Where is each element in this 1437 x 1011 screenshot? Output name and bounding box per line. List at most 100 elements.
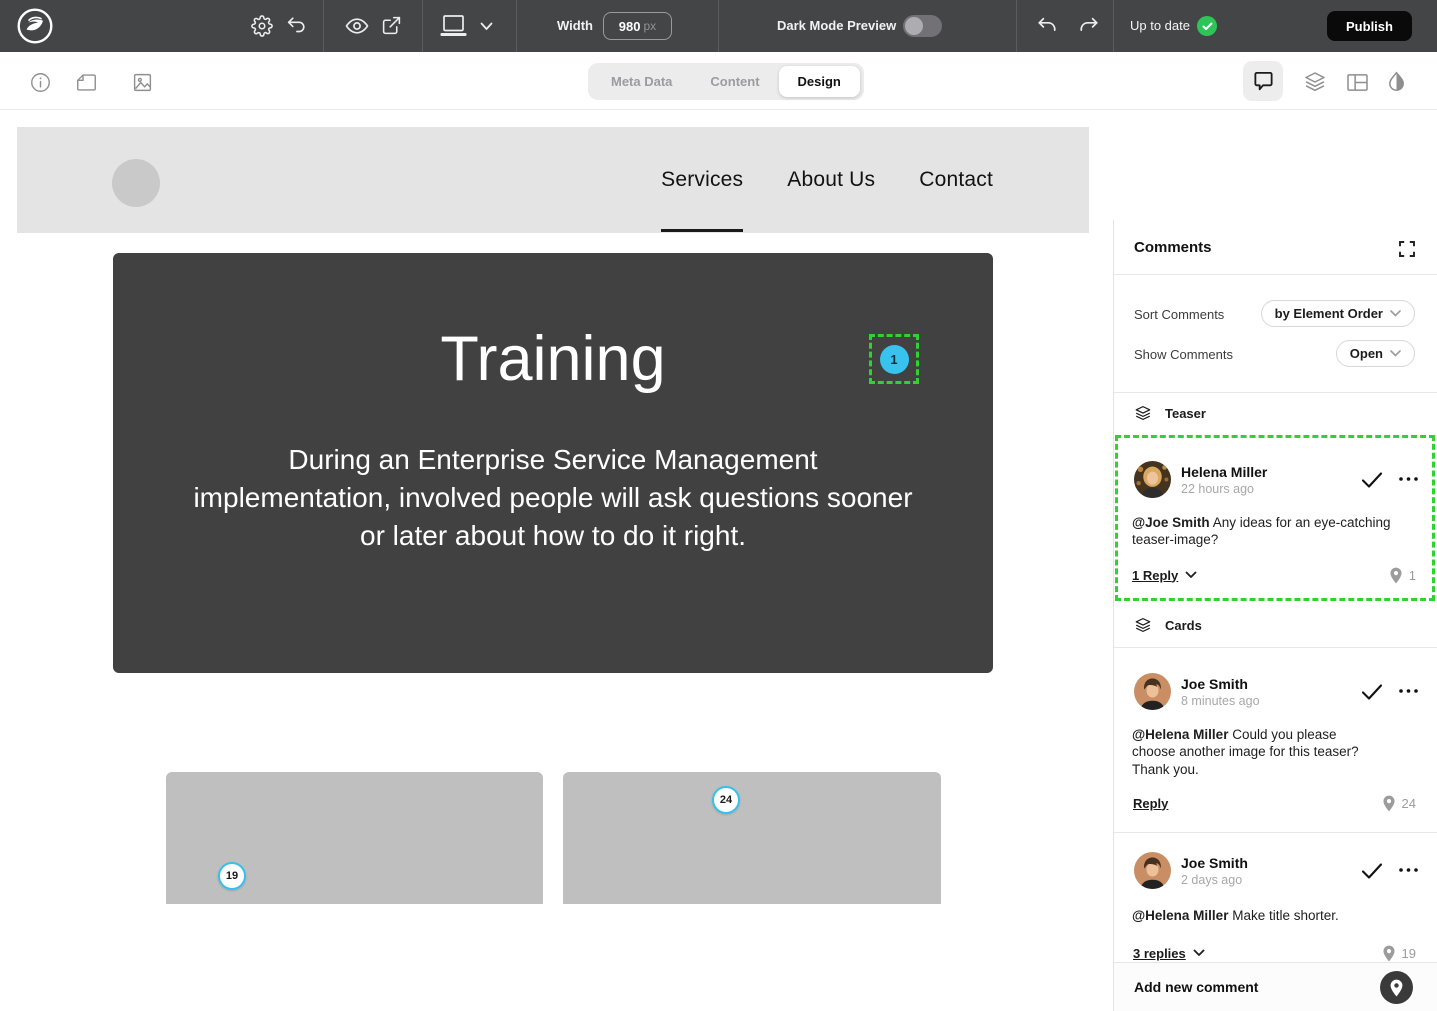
comment-timestamp: 2 days ago: [1181, 873, 1242, 887]
width-unit: px: [644, 19, 657, 33]
show-comments-value: Open: [1350, 346, 1383, 361]
dark-mode-label: Dark Mode Preview: [777, 0, 896, 52]
avatar-joe-smith[interactable]: [1134, 852, 1171, 889]
pin-icon: [1382, 795, 1396, 812]
card-image-placeholder-right[interactable]: [563, 772, 941, 904]
top-toolbar: Width 980 px Dark Mode Preview Up to dat…: [0, 0, 1437, 52]
info-icon[interactable]: [30, 72, 51, 93]
undo-icon[interactable]: [1036, 16, 1058, 36]
marker-number: 24: [1402, 796, 1416, 811]
redo-icon[interactable]: [1078, 16, 1100, 36]
avatar-helena-miller[interactable]: [1134, 461, 1171, 498]
width-label: Width: [540, 0, 593, 52]
resolve-checkmark-icon[interactable]: [1361, 471, 1383, 489]
comments-panel-button[interactable]: [1243, 61, 1283, 101]
toolbar-divider: [1113, 0, 1114, 52]
comment-mention[interactable]: @Joe Smith: [1132, 515, 1210, 530]
comment-author: Helena Miller: [1181, 464, 1267, 480]
comment-helena-miller[interactable]: Helena Miller 22 hours ago @Joe Smith An…: [1114, 461, 1437, 591]
replies-toggle[interactable]: 3 replies: [1133, 946, 1205, 961]
nav-item-about-us[interactable]: About Us: [787, 127, 875, 233]
toolbar-divider: [323, 0, 324, 52]
app-logo-icon[interactable]: [17, 8, 53, 44]
tab-design[interactable]: Design: [779, 66, 860, 97]
toolbar-divider: [718, 0, 719, 52]
ellipsis-menu-icon[interactable]: [1399, 868, 1418, 872]
sort-comments-label: Sort Comments: [1134, 307, 1224, 322]
image-icon[interactable]: [132, 72, 153, 93]
chevron-down-icon: [1185, 571, 1197, 579]
site-logo-placeholder[interactable]: [112, 159, 160, 207]
tab-meta-data[interactable]: Meta Data: [592, 66, 691, 97]
nav-item-services[interactable]: Services: [661, 127, 743, 233]
divider: [1114, 832, 1437, 833]
comment-marker-1[interactable]: 1: [880, 345, 909, 374]
gear-icon[interactable]: [251, 15, 273, 37]
show-comments-label: Show Comments: [1134, 347, 1233, 362]
layers-icon[interactable]: [1303, 70, 1327, 94]
external-link-icon[interactable]: [381, 15, 402, 36]
reply-link[interactable]: Reply: [1133, 796, 1168, 811]
laptop-icon[interactable]: [438, 13, 469, 39]
dark-mode-toggle[interactable]: [903, 15, 942, 37]
pin-icon: [1382, 945, 1396, 962]
page-icon[interactable]: [76, 73, 97, 92]
hero-body-text[interactable]: During an Enterprise Service Management …: [193, 441, 913, 555]
comment-joe-smith-2[interactable]: Joe Smith 2 days ago @Helena Miller Make…: [1114, 852, 1437, 967]
tab-content[interactable]: Content: [691, 66, 778, 97]
section-label: Cards: [1165, 618, 1202, 633]
width-input[interactable]: 980 px: [603, 12, 672, 40]
toolbar-divider: [422, 0, 423, 52]
add-comment-pin-button[interactable]: [1380, 971, 1413, 1004]
comment-text: @Helena Miller Could you please choose a…: [1132, 726, 1382, 778]
page-canvas: Services About Us Contact Training Durin…: [0, 110, 1437, 901]
edit-toolbar: Meta Data Content Design: [0, 52, 1437, 110]
preview-site-header[interactable]: Services About Us Contact: [17, 127, 1089, 233]
chevron-down-icon[interactable]: [480, 22, 493, 31]
toggle-knob: [905, 17, 923, 35]
ellipsis-menu-icon[interactable]: [1399, 689, 1418, 693]
section-header-cards: Cards: [1134, 616, 1202, 634]
replies-toggle[interactable]: 1 Reply: [1132, 568, 1197, 583]
avatar-joe-smith[interactable]: [1134, 673, 1171, 710]
hero-title[interactable]: Training: [113, 323, 993, 395]
expand-icon[interactable]: [1399, 241, 1415, 257]
layers-icon: [1134, 616, 1152, 634]
resolve-checkmark-icon[interactable]: [1361, 862, 1383, 880]
nav-item-contact[interactable]: Contact: [919, 127, 993, 233]
eye-icon[interactable]: [345, 16, 369, 36]
selected-comment-marker-box: 1: [869, 334, 919, 384]
section-header-teaser: Teaser: [1134, 404, 1206, 422]
toolbar-divider: [1016, 0, 1017, 52]
comment-marker-24[interactable]: 24: [712, 786, 740, 814]
divider: [1114, 392, 1437, 393]
comment-text: @Helena Miller Make title shorter.: [1132, 907, 1402, 924]
sort-comments-value: by Element Order: [1275, 306, 1383, 321]
marker-pin-link[interactable]: 19: [1382, 945, 1416, 962]
chevron-down-icon: [1390, 350, 1401, 357]
width-value: 980: [619, 19, 641, 34]
contrast-icon[interactable]: [1386, 71, 1407, 94]
sort-comments-dropdown[interactable]: by Element Order: [1261, 300, 1415, 327]
marker-pin-link[interactable]: 1: [1389, 567, 1416, 584]
mode-tabs: Meta Data Content Design: [588, 63, 864, 100]
comments-panel-title: Comments: [1134, 239, 1212, 256]
resolve-checkmark-icon[interactable]: [1361, 683, 1383, 701]
restore-undo-icon[interactable]: [285, 15, 307, 37]
comment-mention[interactable]: @Helena Miller: [1132, 727, 1228, 742]
ellipsis-menu-icon[interactable]: [1399, 477, 1418, 481]
divider: [1114, 274, 1437, 275]
marker-pin-link[interactable]: 24: [1382, 795, 1416, 812]
app-window: Width 980 px Dark Mode Preview Up to dat…: [0, 0, 1437, 901]
comment-joe-smith-1[interactable]: Joe Smith 8 minutes ago @Helena Miller C…: [1114, 673, 1437, 823]
comment-mention[interactable]: @Helena Miller: [1132, 908, 1228, 923]
layout-icon[interactable]: [1346, 73, 1369, 92]
add-comment-input[interactable]: Add new comment: [1134, 979, 1258, 995]
comment-author: Joe Smith: [1181, 855, 1248, 871]
add-comment-bar: Add new comment: [1114, 962, 1437, 1011]
teaser-hero-widget[interactable]: Training During an Enterprise Service Ma…: [113, 253, 993, 673]
comment-marker-19[interactable]: 19: [218, 862, 246, 890]
publish-button[interactable]: Publish: [1327, 11, 1412, 41]
pin-icon: [1389, 567, 1403, 584]
show-comments-dropdown[interactable]: Open: [1336, 340, 1415, 367]
